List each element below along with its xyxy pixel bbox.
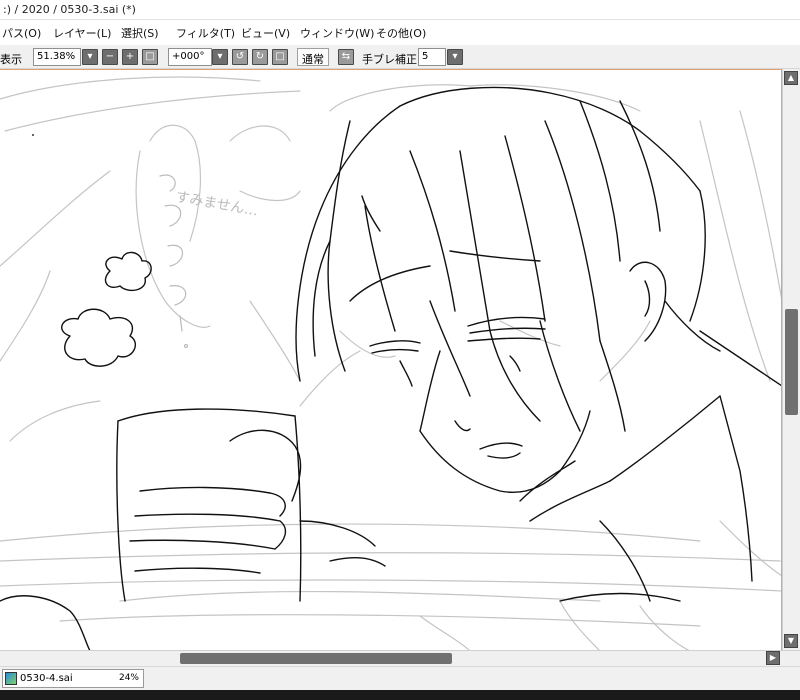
menu-other[interactable]: その他(O) <box>376 25 426 41</box>
zoom-dropdown-icon[interactable]: ▾ <box>82 49 98 65</box>
zoom-field[interactable]: 51.38% <box>33 48 81 66</box>
stabilizer-dropdown-icon[interactable]: ▾ <box>447 49 463 65</box>
scroll-right-icon[interactable]: ▶ <box>766 651 780 665</box>
vertical-scroll-thumb[interactable] <box>785 309 798 415</box>
file-tab[interactable]: 0530-4.sai 24% <box>2 669 144 688</box>
rotation-reset-icon[interactable]: □ <box>272 49 288 65</box>
menu-select[interactable]: 選択(S) <box>121 25 159 41</box>
stabilizer-label: 手ブレ補正 <box>362 53 417 66</box>
file-thumbnail-icon <box>5 672 17 685</box>
title-bar: :) / 2020 / 0530-3.sai (*) <box>0 0 800 20</box>
vertical-scrollbar[interactable]: ▲ ▼ <box>782 69 800 650</box>
menu-window[interactable]: ウィンドウ(W) <box>300 25 374 41</box>
scroll-up-icon[interactable]: ▲ <box>784 71 798 85</box>
blend-mode-button[interactable]: 通常 <box>297 48 329 66</box>
zoom-in-icon[interactable]: + <box>122 49 138 65</box>
menu-bar: パス(O) レイヤー(L) 選択(S) フィルタ(T) ビュー(V) ウィンドウ… <box>0 20 800 45</box>
view-toolbar: 表示 51.38% ▾ − + □ +000° ▾ ↺ ↻ □ 通常 ⇆ 手ブレ… <box>0 45 800 69</box>
rotate-right-icon[interactable]: ↻ <box>252 49 268 65</box>
zoom-out-icon[interactable]: − <box>102 49 118 65</box>
menu-view[interactable]: ビュー(V) <box>241 25 290 41</box>
menu-path[interactable]: パス(O) <box>2 25 41 41</box>
menu-layer[interactable]: レイヤー(L) <box>53 25 111 41</box>
window-title: :) / 2020 / 0530-3.sai (*) <box>3 3 136 16</box>
drawing-canvas[interactable]: すみません… <box>0 69 782 650</box>
rotation-field[interactable]: +000° <box>168 48 212 66</box>
file-name: 0530-4.sai <box>20 673 73 684</box>
menu-filter[interactable]: フィルタ(T) <box>176 25 235 41</box>
rotation-dropdown-icon[interactable]: ▾ <box>212 49 228 65</box>
scroll-down-icon[interactable]: ▼ <box>784 634 798 648</box>
stabilizer-field[interactable]: 5 <box>418 48 446 66</box>
rotate-left-icon[interactable]: ↺ <box>232 49 248 65</box>
horizontal-scrollbar[interactable]: ▶ <box>0 650 800 666</box>
taskbar <box>0 690 800 700</box>
flip-icon[interactable]: ⇆ <box>338 49 354 65</box>
horizontal-scroll-thumb[interactable] <box>180 653 452 664</box>
sketch-artwork: すみません… <box>0 76 781 650</box>
file-zoom: 24% <box>118 673 139 683</box>
zoom-reset-icon[interactable]: □ <box>142 49 158 65</box>
view-label: 表示 <box>0 53 22 66</box>
file-bar: 0530-4.sai 24% <box>0 666 800 690</box>
